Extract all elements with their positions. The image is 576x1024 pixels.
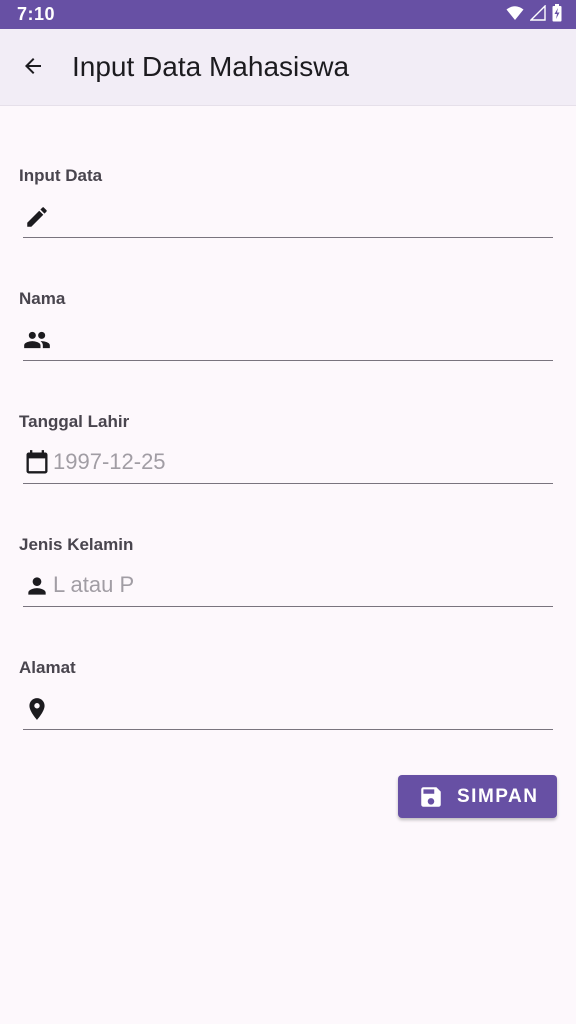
signal-icon	[529, 3, 546, 26]
battery-charging-icon	[552, 3, 562, 27]
nama-input[interactable]	[53, 324, 543, 354]
pencil-icon	[23, 203, 51, 231]
tanggal-lahir-field[interactable]	[23, 443, 553, 484]
alamat-input[interactable]	[53, 693, 543, 723]
input-data-input[interactable]	[53, 201, 543, 231]
input-data-field[interactable]	[23, 197, 553, 238]
tanggal-lahir-label: Tanggal Lahir	[19, 412, 130, 431]
tanggal-lahir-input[interactable]	[53, 447, 543, 477]
arrow-back-icon	[21, 54, 45, 83]
nama-field[interactable]	[23, 320, 553, 361]
app-bar: Input Data Mahasiswa	[0, 29, 576, 106]
save-button[interactable]: SIMPAN	[398, 775, 557, 818]
jenis-kelamin-input[interactable]	[53, 570, 543, 600]
input-data-label: Input Data	[19, 166, 103, 185]
nama-label: Nama	[19, 289, 66, 308]
status-icons	[506, 3, 562, 27]
jenis-kelamin-field[interactable]	[23, 566, 553, 607]
back-button[interactable]	[14, 49, 52, 87]
status-time: 7:10	[17, 4, 56, 24]
location-pin-icon	[23, 695, 51, 723]
page-title: Input Data Mahasiswa	[72, 51, 350, 82]
calendar-icon	[23, 449, 51, 477]
wifi-icon	[506, 5, 524, 26]
people-icon	[23, 326, 51, 354]
jenis-kelamin-label: Jenis Kelamin	[19, 535, 134, 554]
alamat-field[interactable]	[23, 689, 553, 730]
save-button-label: SIMPAN	[457, 786, 539, 807]
save-icon	[418, 784, 444, 810]
person-icon	[23, 572, 51, 600]
status-bar: 7:10	[0, 0, 576, 29]
alamat-label: Alamat	[19, 658, 76, 677]
